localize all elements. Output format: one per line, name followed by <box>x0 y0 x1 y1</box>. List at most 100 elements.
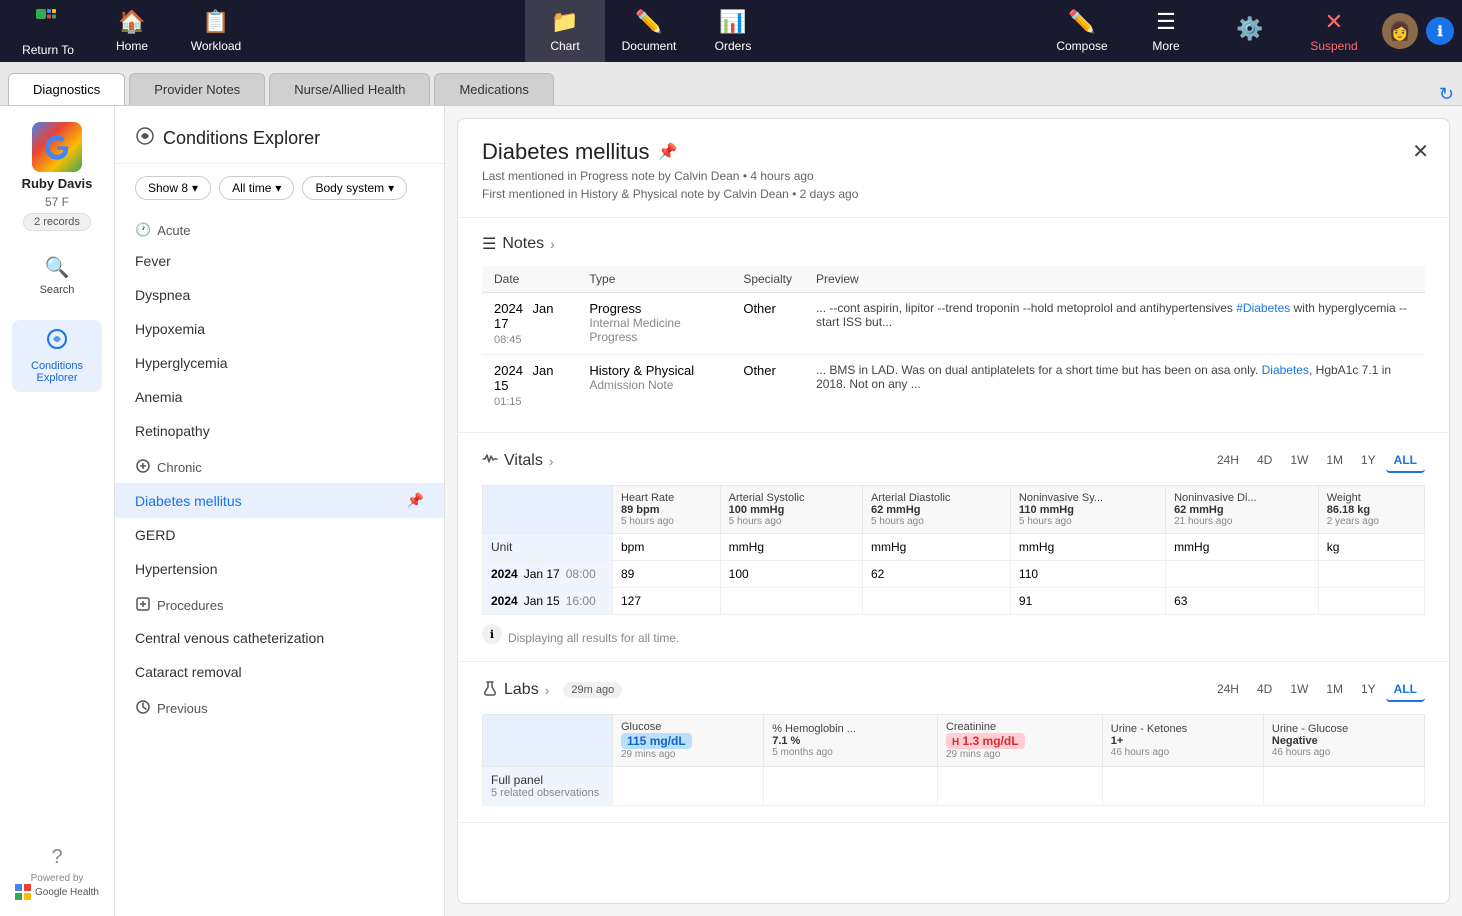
vitals-row1-hr: 89 <box>613 561 721 588</box>
col-date: Date <box>482 266 577 293</box>
chart-label: Chart <box>550 39 579 53</box>
note-date-2: 2024 Jan 15 01:15 <box>482 355 577 417</box>
settings-button[interactable]: ⚙️ <box>1210 0 1290 62</box>
note-row-1[interactable]: 2024 Jan 17 08:45 Progress Internal Medi… <box>482 293 1425 355</box>
vitals-art-dia-col: Arterial Diastolic 62 mmHg 5 hours ago <box>862 486 1010 534</box>
tab-medications[interactable]: Medications <box>434 73 553 105</box>
vitals-row2-art-sys <box>720 588 862 615</box>
labs-tab-4d[interactable]: 4D <box>1249 678 1280 702</box>
condition-retinopathy[interactable]: Retinopathy <box>115 414 444 448</box>
condition-diabetes[interactable]: Diabetes mellitus 📌 <box>115 483 444 518</box>
tab-nurse-allied[interactable]: Nurse/Allied Health <box>269 73 430 105</box>
orders-button[interactable]: 📊 Orders <box>693 0 773 62</box>
conditions-explorer-icon <box>135 126 155 151</box>
note-row-2[interactable]: 2024 Jan 15 01:15 History & Physical Adm… <box>482 355 1425 417</box>
labs-tab-1m[interactable]: 1M <box>1318 678 1351 702</box>
condition-cataract[interactable]: Cataract removal <box>115 655 444 689</box>
labs-tab-24h[interactable]: 24H <box>1209 678 1247 702</box>
labs-tab-1w[interactable]: 1W <box>1282 678 1316 702</box>
document-label: Document <box>622 39 677 53</box>
compose-button[interactable]: ✏️ Compose <box>1042 0 1122 62</box>
labs-section-title[interactable]: Labs › 29m ago <box>482 680 622 701</box>
workload-icon: 📋 <box>202 9 229 35</box>
vitals-noninv-dia-col: Noninvasive Di... 62 mmHg 21 hours ago <box>1166 486 1319 534</box>
document-icon: ✏️ <box>635 9 662 35</box>
conditions-explorer-nav-item[interactable]: Conditions Explorer <box>12 320 102 392</box>
vitals-section-title[interactable]: Vitals › <box>482 451 554 472</box>
tab-refresh-area: ↻ <box>1439 84 1454 105</box>
section-acute-label: Acute <box>157 223 190 238</box>
labs-header-row: Labs › 29m ago 24H 4D 1W 1M 1Y ALL <box>482 678 1425 702</box>
tab-diagnostics[interactable]: Diagnostics <box>8 73 125 105</box>
notes-section-title[interactable]: ☰ Notes › <box>482 234 1425 254</box>
vitals-art-dia-unit: mmHg <box>862 534 1010 561</box>
vitals-tab-1y[interactable]: 1Y <box>1353 449 1384 473</box>
home-button[interactable]: 🏠 Home <box>92 0 172 62</box>
workload-button[interactable]: 📋 Workload <box>176 0 256 62</box>
condition-central-venous[interactable]: Central venous catheterization <box>115 621 444 655</box>
condition-fever[interactable]: Fever <box>115 244 444 278</box>
vitals-row2-noninv-sys: 91 <box>1010 588 1165 615</box>
vitals-tab-24h[interactable]: 24H <box>1209 449 1247 473</box>
main-area: Ruby Davis 57 F 2 records 🔍 Search Condi… <box>0 106 1462 916</box>
more-button[interactable]: ☰ More <box>1126 0 1206 62</box>
labs-hgb-col: % Hemoglobin ... 7.1 % 5 months ago <box>764 715 938 767</box>
vitals-tab-all[interactable]: ALL <box>1386 449 1425 473</box>
vitals-section: Vitals › 24H 4D 1W 1M 1Y ALL <box>458 433 1449 662</box>
notes-section: ☰ Notes › Date Type Specialty Preview <box>458 218 1449 433</box>
body-system-filter-btn[interactable]: Body system ▾ <box>302 176 407 200</box>
condition-hypoxemia[interactable]: Hypoxemia <box>115 312 444 346</box>
tab-provider-notes[interactable]: Provider Notes <box>129 73 265 105</box>
condition-dyspnea[interactable]: Dyspnea <box>115 278 444 312</box>
home-icon: 🏠 <box>118 9 145 35</box>
section-previous-label: Previous <box>157 701 208 716</box>
vitals-row2-noninv-dia: 63 <box>1166 588 1319 615</box>
clock-icon: 🕐 <box>135 222 151 238</box>
help-button[interactable]: ? <box>51 846 62 869</box>
return-to-button[interactable]: Return To <box>8 0 88 62</box>
vitals-tab-1w[interactable]: 1W <box>1282 449 1316 473</box>
condition-gerd[interactable]: GERD <box>115 518 444 552</box>
records-badge[interactable]: 2 records <box>23 213 91 231</box>
suspend-button[interactable]: ✕ Suspend <box>1294 0 1374 62</box>
vitals-tab-4d[interactable]: 4D <box>1249 449 1280 473</box>
labs-icon <box>482 680 498 701</box>
section-chronic-header: Chronic <box>115 448 444 483</box>
refresh-icon[interactable]: ↻ <box>1439 84 1454 105</box>
last-mentioned: Last mentioned in Progress note by Calvi… <box>482 169 1425 183</box>
filter-row: Show 8 ▾ All time ▾ Body system ▾ <box>115 164 444 212</box>
more-icon: ☰ <box>1156 9 1176 35</box>
vitals-time-tabs: 24H 4D 1W 1M 1Y ALL <box>1209 449 1425 473</box>
vitals-header-row: Vitals › 24H 4D 1W 1M 1Y ALL <box>482 449 1425 473</box>
user-avatar[interactable]: 👩 <box>1382 13 1418 49</box>
left-panel-bottom: ? Powered by Google Health <box>15 846 99 900</box>
labs-tab-all[interactable]: ALL <box>1386 678 1425 702</box>
pin-detail-icon[interactable]: 📌 <box>658 142 678 162</box>
chronic-icon <box>135 458 151 477</box>
chevron-down-icon-3: ▾ <box>388 181 394 195</box>
col-preview: Preview <box>804 266 1425 293</box>
search-nav-item[interactable]: 🔍 Search <box>12 247 102 304</box>
condition-anemia[interactable]: Anemia <box>115 380 444 414</box>
document-button[interactable]: ✏️ Document <box>609 0 689 62</box>
condition-hyperglycemia[interactable]: Hyperglycemia <box>115 346 444 380</box>
labs-time-badge: 29m ago <box>563 682 622 698</box>
time-filter-btn[interactable]: All time ▾ <box>219 176 294 200</box>
vitals-unit-label: Unit <box>483 534 613 561</box>
vitals-tab-1m[interactable]: 1M <box>1318 449 1351 473</box>
labs-panel-row: Full panel 5 related observations <box>483 767 1425 806</box>
section-chronic-label: Chronic <box>157 460 202 475</box>
chart-button[interactable]: 📁 Chart <box>525 0 605 62</box>
conditions-list-panel: Conditions Explorer Show 8 ▾ All time ▾ … <box>115 106 445 916</box>
info-button[interactable]: ℹ <box>1426 17 1454 45</box>
show-filter-btn[interactable]: Show 8 ▾ <box>135 176 211 200</box>
vitals-hr-col: Heart Rate 89 bpm 5 hours ago <box>613 486 721 534</box>
detail-close-button[interactable]: ✕ <box>1408 135 1433 168</box>
section-previous-header: Previous <box>115 689 444 724</box>
condition-hypertension[interactable]: Hypertension <box>115 552 444 586</box>
labs-ketones-col: Urine - Ketones 1+ 46 hours ago <box>1102 715 1263 767</box>
powered-by-text: Powered by Google Health <box>15 873 99 900</box>
labs-tab-1y[interactable]: 1Y <box>1353 678 1384 702</box>
vitals-label: Vitals <box>504 452 543 470</box>
vitals-icon <box>482 451 498 472</box>
